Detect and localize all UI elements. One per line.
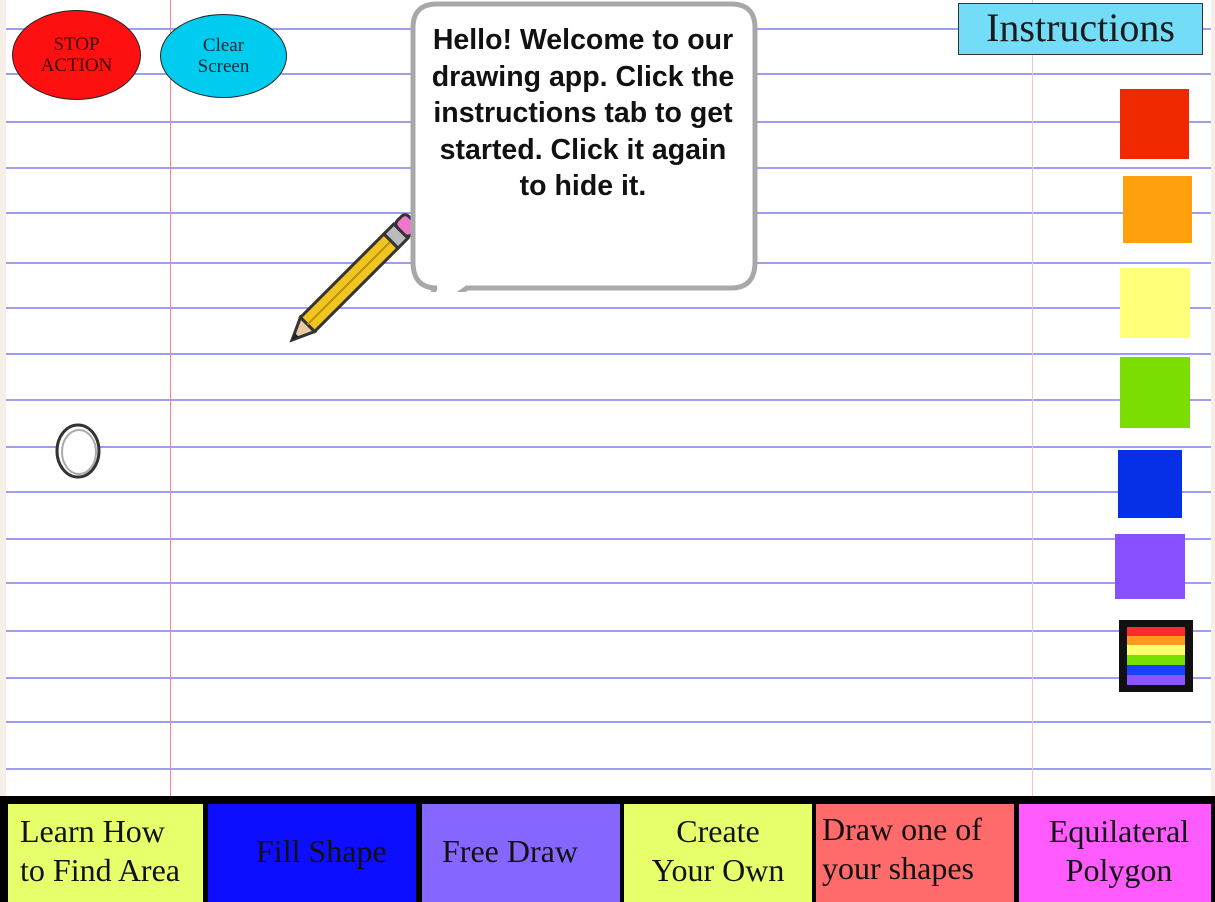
- stop-action-button[interactable]: STOP ACTION: [12, 10, 141, 100]
- ruled-line: [6, 582, 1211, 584]
- fill-shape-button[interactable]: Fill Shape: [208, 804, 416, 902]
- ruled-line: [6, 491, 1211, 493]
- speech-bubble-text: Hello! Welcome to our drawing app. Click…: [431, 24, 735, 203]
- free-draw-button[interactable]: Free Draw: [422, 804, 620, 902]
- ruled-line: [6, 677, 1211, 679]
- clear-screen-button[interactable]: Clear Screen: [160, 14, 287, 98]
- page-edge-left: [0, 0, 6, 902]
- ruled-line: [6, 721, 1211, 723]
- color-swatch-orange[interactable]: [1123, 176, 1192, 243]
- ruled-line: [6, 768, 1211, 770]
- ruled-line: [6, 630, 1211, 632]
- ruled-line: [6, 538, 1211, 540]
- color-swatch-blue[interactable]: [1118, 450, 1182, 518]
- margin-line: [170, 0, 171, 800]
- page-edge-right: [1211, 0, 1215, 902]
- color-swatch-green[interactable]: [1120, 357, 1190, 428]
- rainbow-swatch-icon[interactable]: [1119, 620, 1193, 692]
- color-swatch-purple[interactable]: [1115, 534, 1185, 599]
- create-your-own-button[interactable]: Create Your Own: [624, 804, 812, 902]
- instructions-tab[interactable]: Instructions: [958, 3, 1203, 55]
- ruled-line: [6, 307, 1211, 309]
- equilateral-polygon-button[interactable]: Equilateral Polygon: [1019, 804, 1211, 902]
- ruled-line: [6, 446, 1211, 448]
- color-swatch-yellow[interactable]: [1120, 268, 1190, 338]
- ruled-line: [6, 399, 1211, 401]
- margin-line-right: [1032, 0, 1033, 800]
- circle-cursor-icon[interactable]: [52, 421, 104, 481]
- ruled-line: [6, 353, 1211, 355]
- draw-your-shapes-button[interactable]: Draw one of your shapes: [816, 804, 1014, 902]
- color-swatch-red[interactable]: [1120, 89, 1189, 159]
- learn-area-button[interactable]: Learn How to Find Area: [8, 804, 203, 902]
- pencil-sprite[interactable]: [280, 205, 420, 350]
